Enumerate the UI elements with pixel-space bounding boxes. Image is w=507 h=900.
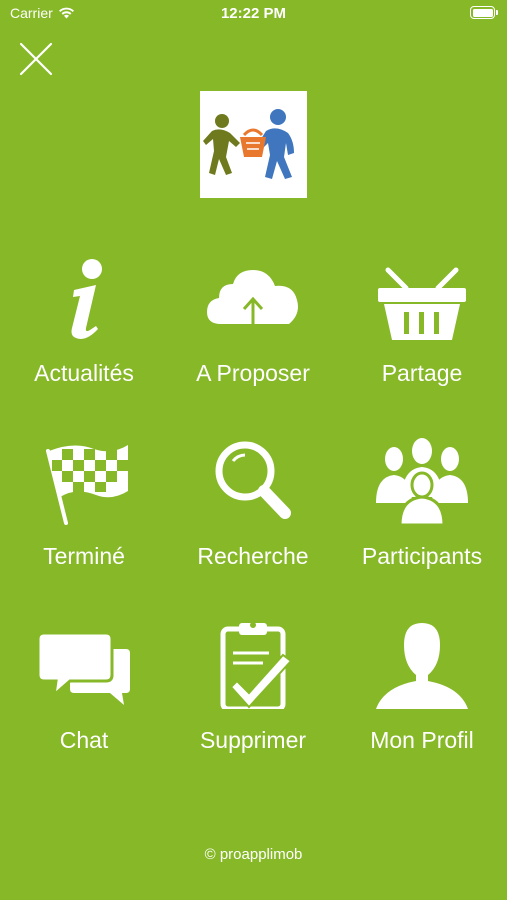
info-icon bbox=[71, 259, 102, 339]
footer-copyright: © proapplimob bbox=[204, 846, 303, 863]
menu-item-label: Chat bbox=[59, 727, 109, 753]
menu-item-participants[interactable]: Participants bbox=[338, 435, 506, 585]
chat-bubbles-icon bbox=[36, 631, 130, 705]
basket-icon bbox=[378, 267, 466, 340]
menu-item-termine[interactable]: Terminé bbox=[0, 435, 168, 585]
menu-item-a-proposer[interactable]: A Proposer bbox=[169, 252, 337, 402]
app-logo bbox=[200, 91, 307, 198]
menu-item-actualites[interactable]: Actualités bbox=[0, 252, 168, 402]
close-icon bbox=[19, 42, 53, 76]
menu-item-label: Mon Profil bbox=[370, 727, 474, 753]
cloud-upload-icon bbox=[207, 270, 298, 334]
status-bar: Carrier 12:22 PM bbox=[0, 0, 507, 28]
clipboard-check-icon bbox=[220, 622, 293, 709]
menu-item-label: Partage bbox=[381, 360, 463, 386]
menu-item-mon-profil[interactable]: Mon Profil bbox=[338, 619, 506, 769]
user-icon bbox=[376, 623, 468, 709]
menu-item-label: Recherche bbox=[197, 543, 309, 569]
menu-item-label: Supprimer bbox=[199, 727, 307, 753]
menu-item-label: Actualités bbox=[34, 360, 134, 386]
menu-item-partage[interactable]: Partage bbox=[338, 252, 506, 402]
menu-item-label: Terminé bbox=[43, 543, 125, 569]
menu-item-supprimer[interactable]: Supprimer bbox=[169, 619, 337, 769]
menu-item-recherche[interactable]: Recherche bbox=[169, 435, 337, 585]
menu-item-chat[interactable]: Chat bbox=[0, 619, 168, 769]
group-icon bbox=[376, 438, 468, 525]
search-icon bbox=[215, 441, 291, 519]
checkered-flag-icon bbox=[46, 445, 128, 525]
close-button[interactable] bbox=[17, 40, 55, 78]
status-time: 12:22 PM bbox=[220, 5, 287, 22]
menu-item-label: Participants bbox=[361, 543, 483, 569]
menu-item-label: A Proposer bbox=[196, 360, 310, 386]
battery-icon bbox=[470, 6, 498, 19]
